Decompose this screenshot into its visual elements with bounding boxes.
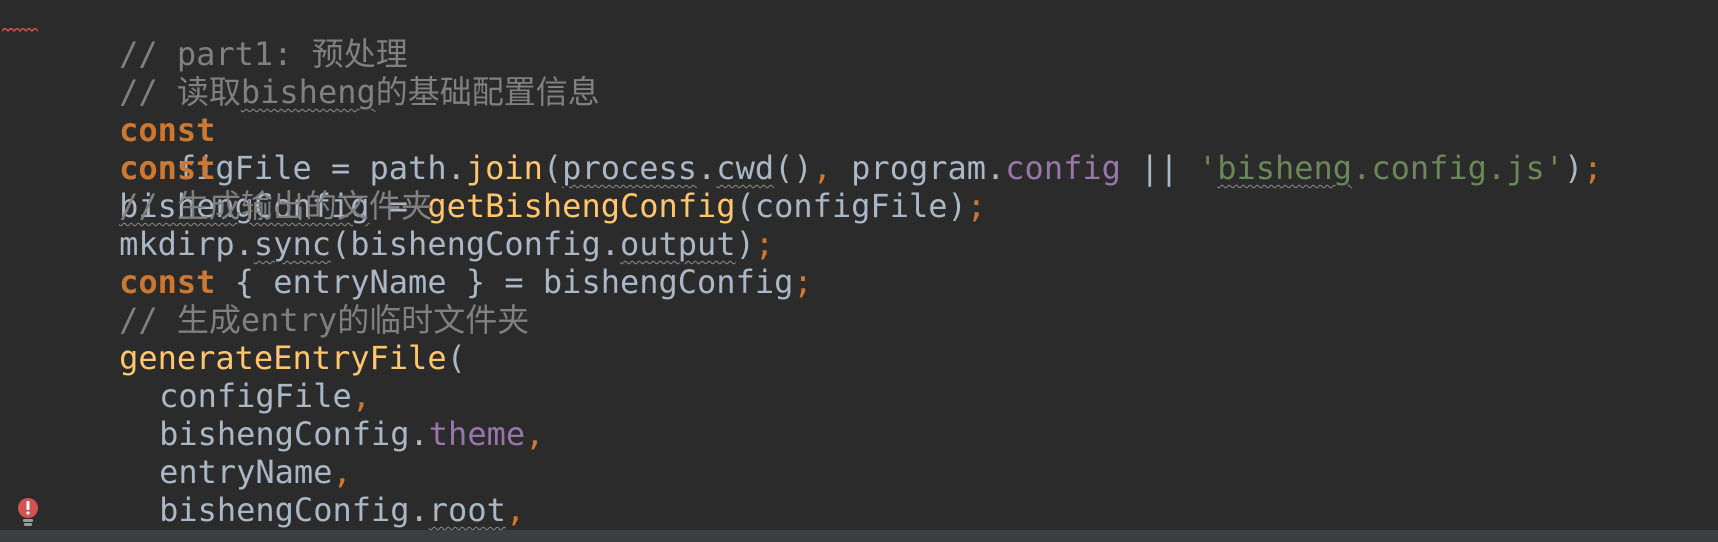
comma: , (525, 415, 545, 453)
object-ref: bishengConfig. (159, 491, 429, 529)
code-line-3[interactable]: const configFile = path.join(process.cwd… (42, 73, 1602, 187)
paren: ( (446, 339, 466, 377)
lightbulb-warning-icon[interactable] (16, 496, 40, 528)
function-call: join (465, 149, 543, 187)
code-line-9[interactable]: generateEntryFile( (42, 301, 466, 377)
semicolon: ; (966, 187, 987, 225)
error-squiggle-icon (2, 28, 38, 33)
paren: ( (542, 149, 563, 187)
code-editor[interactable]: // part1: 预处理 // 读取bisheng的基础配置信息 const … (0, 0, 1718, 542)
semicolon: ; (1583, 149, 1603, 187)
code-line-11[interactable]: bishengConfig.theme, (42, 377, 544, 453)
string-literal: ' (1197, 149, 1218, 187)
code-line-8[interactable]: // 生成entry的临时文件夹 (42, 263, 529, 339)
code-line-1[interactable]: // part1: 预处理 (42, 0, 408, 73)
comma: , (812, 149, 832, 187)
code-line-12[interactable]: entryName, (42, 415, 352, 491)
object-ref: program (851, 149, 987, 187)
code-line-7[interactable]: const { entryName } = bishengConfig; (42, 225, 813, 301)
dot: . (446, 149, 466, 187)
operator: || (1120, 149, 1198, 187)
paren: ) (1563, 149, 1584, 187)
string-literal: .config.js' (1352, 149, 1564, 187)
code-line-10[interactable]: configFile, (42, 339, 371, 415)
code-line-2[interactable]: // 读取bisheng的基础配置信息 (42, 35, 600, 111)
code-line-4[interactable]: const bishengConfig = getBishengConfig(c… (42, 111, 986, 225)
comma: , (505, 491, 526, 529)
dot: . (986, 149, 1006, 187)
property: root (428, 491, 506, 529)
property: theme (428, 415, 526, 453)
code-line-13[interactable]: bishengConfig.root, (42, 453, 525, 529)
method-name: cwd (716, 149, 775, 187)
object-ref: process (562, 149, 698, 187)
property: config (1005, 149, 1121, 187)
code-line-6[interactable]: mkdirp.sync(bishengConfig.output); (42, 187, 774, 263)
string-typo-word: bisheng (1217, 149, 1353, 187)
code-line-5[interactable]: // 生成输出的文件夹 (42, 149, 433, 225)
call-parens: () (774, 149, 813, 187)
dot: . (697, 149, 717, 187)
code-line-14[interactable]: ); (42, 491, 158, 542)
semicolon: ; (793, 263, 813, 301)
editor-bottom-strip (0, 530, 1718, 542)
